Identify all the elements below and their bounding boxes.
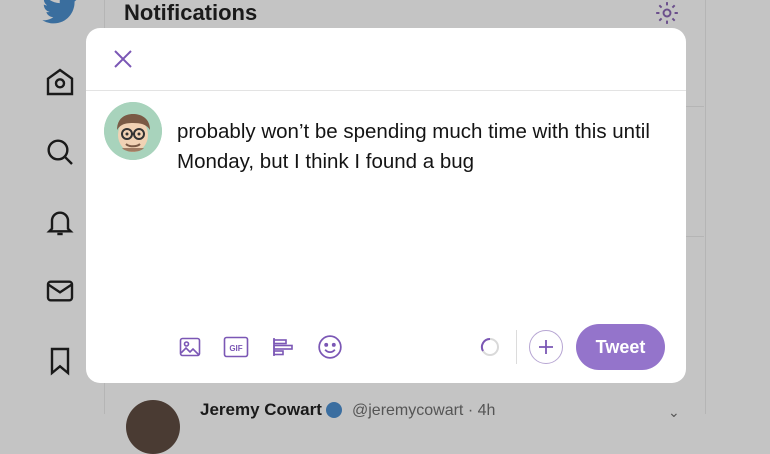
avatar[interactable] xyxy=(104,102,162,160)
gif-icon: GIF xyxy=(223,336,249,358)
gif-label: GIF xyxy=(229,344,242,353)
plus-icon xyxy=(539,340,553,354)
bookmark-icon[interactable] xyxy=(44,345,76,377)
page-title: Notifications xyxy=(124,0,258,25)
poll-icon xyxy=(273,338,293,356)
gif-button[interactable]: GIF xyxy=(221,332,251,362)
tweet-button[interactable]: Tweet xyxy=(576,324,665,370)
chevron-down-icon[interactable]: ⌄ xyxy=(668,404,680,421)
divider xyxy=(516,330,517,364)
twitter-bird-icon[interactable] xyxy=(42,0,78,24)
poll-button[interactable] xyxy=(268,332,298,362)
gear-icon[interactable] xyxy=(654,0,680,26)
home-icon[interactable] xyxy=(44,66,76,98)
verified-badge-icon xyxy=(326,402,342,418)
emoji-icon xyxy=(318,335,342,359)
search-icon[interactable] xyxy=(44,136,76,168)
dialog-header xyxy=(86,28,686,91)
avatar[interactable] xyxy=(126,400,180,454)
author-handle: @jeremycowart · 4h xyxy=(352,402,496,419)
close-icon xyxy=(114,50,132,68)
add-tweet-button[interactable] xyxy=(529,330,563,364)
author-name[interactable]: Jeremy Cowart xyxy=(200,400,322,420)
close-button[interactable] xyxy=(106,42,140,76)
image-button[interactable] xyxy=(175,332,205,362)
mail-icon[interactable] xyxy=(44,275,76,307)
character-count-ring-icon xyxy=(480,337,499,356)
image-icon xyxy=(179,337,201,357)
compose-tweet-dialog: probably won’t be spending much time wit… xyxy=(86,28,686,383)
emoji-button[interactable] xyxy=(315,332,345,362)
tweet-text-input[interactable]: probably won’t be spending much time wit… xyxy=(177,117,677,177)
bell-icon[interactable] xyxy=(44,206,76,238)
